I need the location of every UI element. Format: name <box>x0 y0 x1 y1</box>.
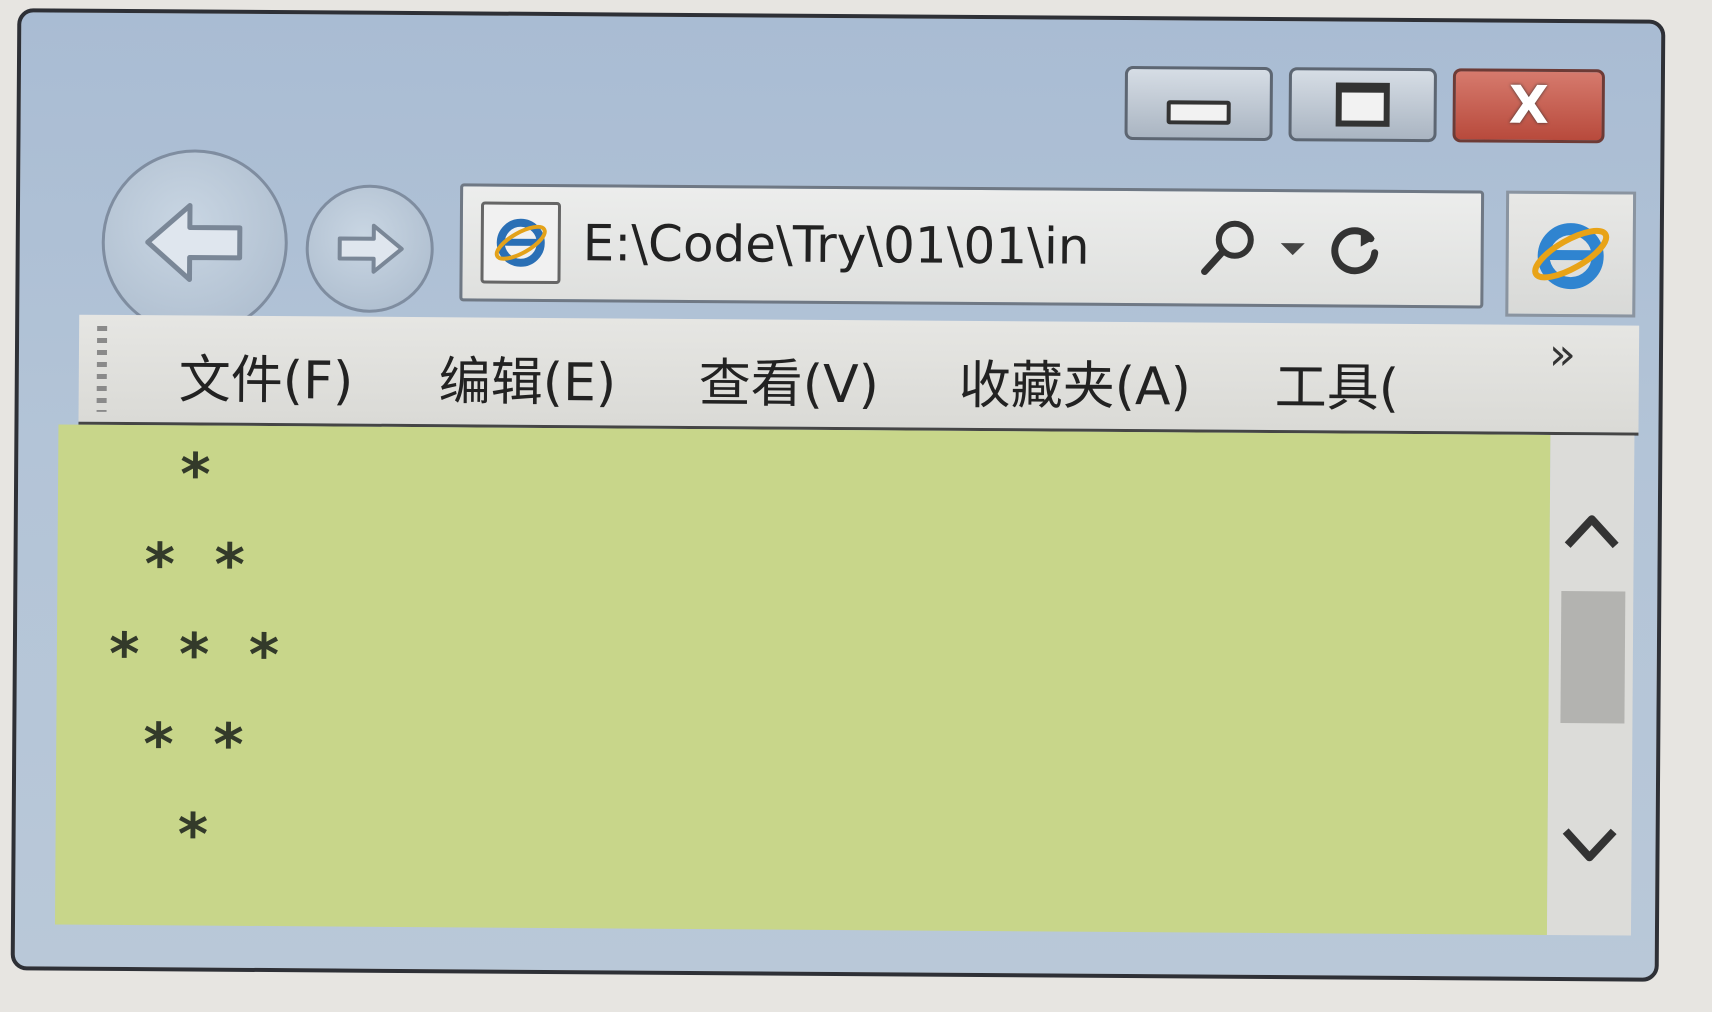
search-icon[interactable] <box>1197 215 1261 279</box>
star-line-4: * * <box>106 709 247 779</box>
close-icon: X <box>1508 75 1549 136</box>
ie-page-icon <box>480 201 562 285</box>
scroll-thumb[interactable] <box>1560 591 1626 724</box>
back-arrow-icon <box>145 202 243 282</box>
forward-button[interactable] <box>305 184 435 314</box>
close-button[interactable]: X <box>1452 68 1605 144</box>
menu-edit[interactable]: 编辑(E) <box>439 339 617 415</box>
dropdown-arrow-icon[interactable] <box>1275 233 1311 263</box>
chevron-up-icon <box>1564 515 1619 549</box>
chevron-down-icon <box>1562 828 1617 862</box>
star-line-5: * <box>105 799 211 869</box>
browser-window: X E:\Code\Try\01\01\in 文件(F) 编辑(E) 查看(V)… <box>10 8 1666 982</box>
vertical-scrollbar[interactable] <box>1546 434 1635 936</box>
maximize-button[interactable] <box>1288 67 1437 143</box>
menu-tools[interactable]: 工具( <box>1275 345 1400 421</box>
scroll-down-button[interactable] <box>1547 805 1632 886</box>
refresh-icon[interactable] <box>1325 216 1385 280</box>
menu-overflow-chevron[interactable]: » <box>1549 329 1576 380</box>
ie-logo-icon <box>1532 223 1610 290</box>
minimize-button[interactable] <box>1124 65 1273 142</box>
maximize-icon <box>1335 82 1390 127</box>
star-line-1: * <box>107 439 214 509</box>
minimize-icon <box>1166 100 1231 125</box>
page-content: * * * * * * * * * <box>54 424 1551 935</box>
back-button[interactable] <box>101 148 289 337</box>
scroll-up-button[interactable] <box>1549 491 1634 572</box>
address-bar[interactable]: E:\Code\Try\01\01\in <box>459 183 1485 309</box>
address-url[interactable]: E:\Code\Try\01\01\in <box>583 214 1183 276</box>
toolbar-grip[interactable] <box>96 325 108 412</box>
menu-bar: 文件(F) 编辑(E) 查看(V) 收藏夹(A) 工具( » <box>78 314 1640 436</box>
menu-favorites[interactable]: 收藏夹(A) <box>959 343 1192 420</box>
star-line-2: * * <box>107 529 248 599</box>
menu-view[interactable]: 查看(V) <box>699 341 880 417</box>
forward-arrow-icon <box>337 223 404 274</box>
ie-tab[interactable] <box>1505 190 1637 318</box>
star-line-3: * * * <box>106 619 282 690</box>
menu-file[interactable]: 文件(F) <box>179 337 354 413</box>
